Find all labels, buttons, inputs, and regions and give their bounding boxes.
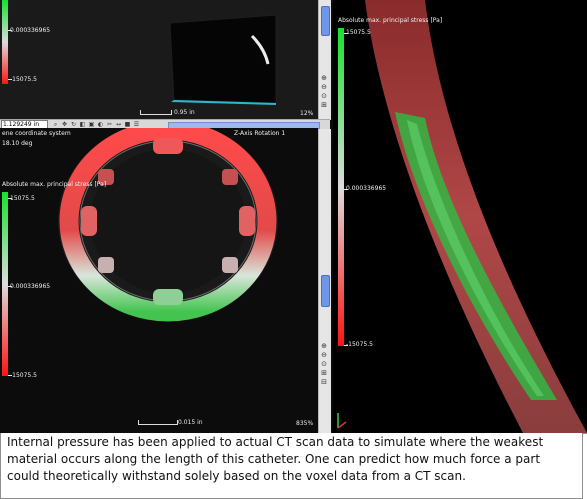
- zoom-region-icon[interactable]: ⊞: [320, 101, 328, 109]
- top-scale-bar: [140, 110, 172, 115]
- zoom-reset-icon[interactable]: ⊟: [320, 378, 328, 386]
- bottom-2d-viewport[interactable]: ene coordinate system 18.10 deg Z-Axis R…: [0, 128, 318, 433]
- catheter-length-render: [365, 0, 587, 433]
- rotation-value: 18.10 deg: [2, 140, 33, 147]
- scan-slab: [169, 14, 277, 104]
- right-lug: [239, 206, 255, 236]
- pan-icon[interactable]: ✥: [61, 121, 68, 128]
- bottom-legend-mid-label: 0.000336965: [10, 283, 51, 290]
- top-3d-viewport[interactable]: 0.000336965 -15075.5 0.95 in 12%: [0, 0, 318, 120]
- right-legend-title: Absolute max. principal stress [Pa]: [338, 17, 443, 24]
- right-legend-min-label: -15075.5: [346, 341, 373, 348]
- render-icon[interactable]: ◐: [97, 121, 104, 128]
- top-zoom-percent: 12%: [300, 110, 314, 117]
- zoom-region-icon[interactable]: ⊞: [320, 369, 328, 377]
- top-legend-low-label: -15075.5: [10, 76, 37, 83]
- bottom-lug: [153, 289, 183, 305]
- box-icon[interactable]: ▣: [88, 121, 95, 128]
- bottom-legend-bar: [2, 192, 8, 376]
- clip-icon[interactable]: ✂: [106, 121, 113, 128]
- bottom-legend-title: Absolute max. principal stress [Pa]: [2, 181, 107, 188]
- lower-left-lug: [98, 257, 114, 273]
- catheter-tube: [365, 0, 587, 433]
- top-legend-bar: [2, 0, 8, 84]
- bottom-legend-max-label: 15075.5: [10, 195, 35, 202]
- layers-icon[interactable]: ☰: [133, 121, 140, 128]
- color-icon[interactable]: ■: [124, 121, 131, 128]
- zoom-in-icon[interactable]: ⊕: [320, 74, 328, 82]
- zoom-icon[interactable]: ⌕: [52, 121, 59, 128]
- top-zoom-tools: ⊕ ⊖ ⊙ ⊞: [320, 74, 328, 109]
- top-scale-label: 0.95 in: [174, 109, 195, 116]
- cross-section-render: [58, 128, 278, 322]
- zoom-in-icon[interactable]: ⊕: [320, 342, 328, 350]
- ct-analysis-screenshot: 0.000336965 -15075.5 0.95 in 12% ⊕ ⊖ ⊙ ⊞…: [0, 0, 587, 434]
- coordinate-system-label: ene coordinate system: [2, 130, 71, 137]
- top-lug: [153, 138, 183, 154]
- right-legend-mid-label: 0.000336965: [346, 185, 387, 192]
- zoom-out-icon[interactable]: ⊖: [320, 351, 328, 359]
- bottom-scale-bar: [138, 420, 178, 425]
- z-axis-rotation-label: Z-Axis Rotation 1: [234, 130, 286, 137]
- bottom-zoom-tools: ⊕ ⊖ ⊙ ⊞ ⊟: [320, 342, 328, 386]
- fit-icon[interactable]: ◧: [79, 121, 86, 128]
- top-scrollbar-thumb[interactable]: [321, 6, 330, 36]
- bottom-legend-min-label: -15075.5: [10, 372, 37, 379]
- left-lug: [81, 206, 97, 236]
- bottom-view-scrollbar[interactable]: [318, 129, 331, 433]
- zoom-fit-icon[interactable]: ⊙: [320, 360, 328, 368]
- axis-triad-icon: [337, 413, 347, 429]
- right-3d-viewport[interactable]: Absolute max. principal stress [Pa] 1507…: [333, 0, 587, 433]
- top-legend-mid-label: 0.000336965: [10, 27, 51, 34]
- right-legend-bar: [338, 28, 344, 346]
- bottom-zoom-percent: 835%: [296, 420, 314, 427]
- zoom-fit-icon[interactable]: ⊙: [320, 92, 328, 100]
- right-legend-max-label: 15075.5: [346, 29, 371, 36]
- upper-right-lug: [222, 169, 238, 185]
- measure-icon[interactable]: ↔: [115, 121, 122, 128]
- lower-right-lug: [222, 257, 238, 273]
- rotate-icon[interactable]: ↻: [70, 121, 77, 128]
- catheter-lumen: [90, 149, 246, 293]
- bottom-scale-label: 0.015 in: [178, 419, 203, 426]
- top-part-render: [169, 14, 277, 105]
- zoom-out-icon[interactable]: ⊖: [320, 83, 328, 91]
- bottom-scrollbar-thumb[interactable]: [321, 275, 330, 307]
- figure-caption: Internal pressure has been applied to ac…: [0, 433, 583, 499]
